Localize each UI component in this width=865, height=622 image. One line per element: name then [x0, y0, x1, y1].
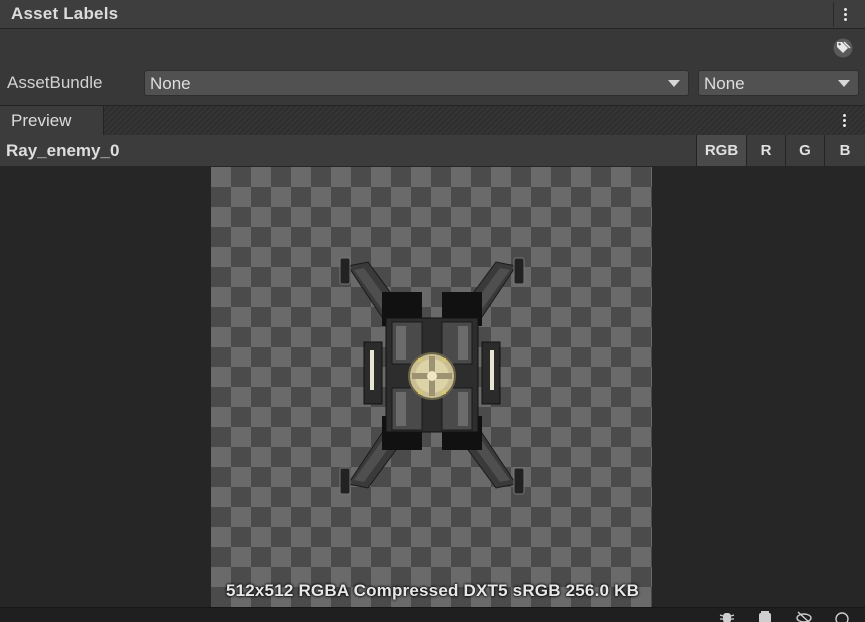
- asset-labels-title: Asset Labels: [11, 4, 119, 23]
- preview-toolbar: Ray_enemy_0 RGB R G B: [0, 135, 865, 167]
- asset-labels-row: [0, 30, 865, 66]
- asset-bundle-row: AssetBundle None None: [0, 66, 865, 102]
- kebab-menu-icon[interactable]: [833, 108, 855, 132]
- channel-b-button[interactable]: B: [824, 135, 865, 166]
- asset-name: Ray_enemy_0: [6, 141, 120, 160]
- asset-bundle-label: AssetBundle: [7, 73, 103, 92]
- channel-g-button[interactable]: G: [785, 135, 824, 166]
- layers-icon[interactable]: [756, 610, 774, 622]
- bug-icon[interactable]: [718, 610, 736, 622]
- texture-info-text: 512x512 RGBA Compressed DXT5 sRGB 256.0 …: [225, 581, 640, 600]
- channel-toggle-group: RGB R G B: [696, 135, 865, 166]
- inspector-panel: Asset Labels AssetBundle None None Previ…: [0, 0, 865, 622]
- eye-slash-icon[interactable]: [795, 610, 813, 622]
- tab-preview-label: Preview: [11, 111, 72, 130]
- tab-preview[interactable]: Preview: [0, 106, 104, 135]
- chevron-down-icon: [668, 80, 680, 87]
- kebab-menu-icon[interactable]: [833, 2, 856, 27]
- chevron-down-icon: [838, 80, 850, 87]
- channel-r-button[interactable]: R: [746, 135, 785, 166]
- asset-bundle-variant-dropdown[interactable]: None: [698, 70, 859, 96]
- status-bar: [0, 607, 865, 622]
- circle-icon[interactable]: [833, 610, 851, 622]
- tag-icon[interactable]: [830, 36, 856, 60]
- channel-rgb-button[interactable]: RGB: [696, 135, 746, 166]
- preview-header: Preview: [0, 105, 865, 135]
- asset-labels-header[interactable]: Asset Labels: [0, 0, 865, 29]
- asset-bundle-name-value: None: [150, 74, 191, 93]
- asset-bundle-name-dropdown[interactable]: None: [144, 70, 689, 96]
- sprite-preview-image: [339, 257, 525, 495]
- asset-bundle-variant-value: None: [704, 74, 745, 93]
